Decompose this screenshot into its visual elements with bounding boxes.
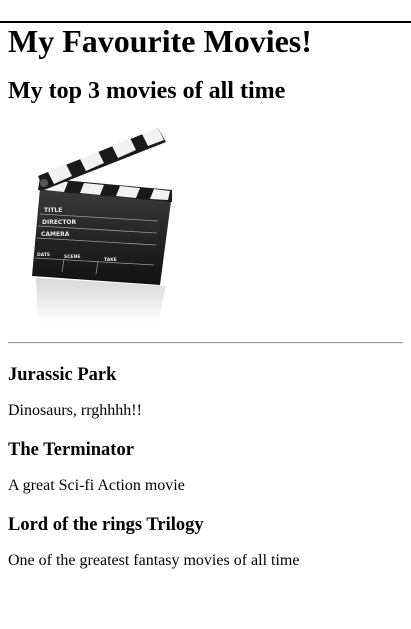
- slate-take-label: TAKE: [104, 257, 117, 263]
- clapper-reflection: [36, 278, 166, 324]
- movie-title: Lord of the rings Trilogy: [8, 515, 204, 535]
- slate-title-label: TITLE: [44, 207, 62, 214]
- page-subtitle: My top 3 movies of all time: [8, 78, 286, 104]
- divider: [8, 342, 403, 344]
- slate-date-label: DATE: [37, 252, 50, 258]
- movie-description: One of the greatest fantasy movies of al…: [8, 552, 300, 569]
- clapperboard-icon: TITLE DIRECTOR CAMERA DATE SCENE TAKE: [32, 128, 172, 324]
- movie-title: The Terminator: [8, 440, 134, 460]
- movie-description: A great Sci-fi Action movie: [8, 477, 185, 494]
- page-content: My Favourite Movies! My top 3 movies of …: [0, 21, 411, 570]
- movie-description: Dinosaurs, rrghhhh!!: [8, 402, 142, 419]
- top-border: [0, 21, 411, 23]
- movie-title: Jurassic Park: [8, 365, 117, 385]
- slate-camera-label: CAMERA: [41, 231, 70, 238]
- slate-scene-label: SCENE: [64, 254, 80, 260]
- slate-director-label: DIRECTOR: [42, 219, 77, 226]
- page-title: My Favourite Movies!: [8, 23, 312, 59]
